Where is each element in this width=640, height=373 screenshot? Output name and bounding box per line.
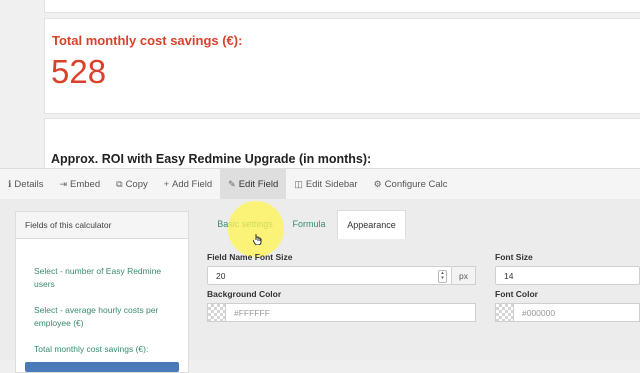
toolbar-details-label: Details — [14, 178, 44, 190]
toolbar-configure-calc-label: Configure Calc — [384, 178, 448, 190]
field-item[interactable]: Select - average hourly costs per employ… — [34, 304, 182, 330]
background-color-swatch[interactable] — [207, 303, 226, 322]
fields-panel-title: Fields of this calculator — [16, 212, 188, 239]
field-name-font-size-input[interactable]: 20 ▴ ▾ — [207, 266, 452, 285]
preview-card-top — [44, 0, 640, 13]
hand-cursor-icon — [253, 234, 262, 245]
plus-icon: + — [163, 179, 170, 189]
field-item-selected[interactable] — [25, 362, 179, 372]
toolbar-copy[interactable]: ⧉ Copy — [108, 169, 156, 199]
toolbar-embed-label: Embed — [70, 178, 101, 190]
background-color-label: Background Color — [207, 289, 282, 299]
tab-formula[interactable]: Formula — [284, 210, 334, 238]
editor-toolbar: ℹ Details ⇥ Embed ⧉ Copy + Add Field ✎ E… — [0, 168, 640, 200]
font-size-input[interactable]: 14 — [495, 266, 640, 285]
toolbar-details[interactable]: ℹ Details — [0, 169, 51, 199]
background-color-value: #FFFFFF — [234, 307, 270, 318]
toolbar-embed[interactable]: ⇥ Embed — [51, 169, 108, 199]
pencil-icon: ✎ — [228, 178, 236, 189]
toolbar-add-field[interactable]: + Add Field — [156, 169, 220, 199]
number-spinner[interactable]: ▴ ▾ — [438, 270, 447, 283]
tab-appearance[interactable]: Appearance — [337, 210, 406, 239]
savings-label: Total monthly cost savings (€): — [52, 33, 243, 48]
gear-icon: ⚙ — [373, 178, 382, 189]
font-color-value: #000000 — [522, 307, 556, 318]
font-size-value: 14 — [504, 270, 514, 281]
toolbar-copy-label: Copy — [125, 178, 148, 190]
savings-value: 528 — [51, 53, 107, 90]
savings-card: Total monthly cost savings (€): 528 — [44, 18, 640, 114]
field-name-font-size-label: Field Name Font Size — [207, 252, 293, 262]
font-size-label: Font Size — [495, 252, 533, 262]
embed-icon: ⇥ — [59, 178, 68, 189]
toolbar-edit-sidebar-label: Edit Sidebar — [305, 178, 358, 190]
toolbar-edit-field-label: Edit Field — [238, 178, 279, 190]
info-icon: ℹ — [8, 178, 12, 189]
sidebar-icon: ◫ — [294, 178, 303, 189]
toolbar-edit-field[interactable]: ✎ Edit Field — [220, 169, 287, 199]
font-color-label: Font Color — [495, 289, 538, 299]
toolbar-edit-sidebar[interactable]: ◫ Edit Sidebar — [286, 169, 365, 199]
fields-panel: Fields of this calculator Select - numbe… — [15, 211, 189, 373]
roi-label: Approx. ROI with Easy Redmine Upgrade (i… — [51, 152, 372, 166]
click-highlight — [228, 201, 284, 257]
background-color-input[interactable]: #FFFFFF — [226, 303, 476, 322]
field-name-font-size-value: 20 — [216, 270, 226, 281]
font-color-swatch[interactable] — [495, 303, 514, 322]
field-item[interactable]: Total monthly cost savings (€): — [34, 343, 182, 356]
calculator-preview: Total monthly cost savings (€): 528 Appr… — [0, 0, 640, 180]
field-item[interactable]: Select - number of Easy Redmine users — [34, 265, 182, 291]
px-unit-addon: px — [452, 266, 476, 285]
toolbar-add-field-label: Add Field — [172, 178, 213, 190]
font-color-input[interactable]: #000000 — [514, 303, 640, 322]
toolbar-configure-calc[interactable]: ⚙ Configure Calc — [366, 169, 456, 199]
copy-icon: ⧉ — [116, 178, 123, 189]
